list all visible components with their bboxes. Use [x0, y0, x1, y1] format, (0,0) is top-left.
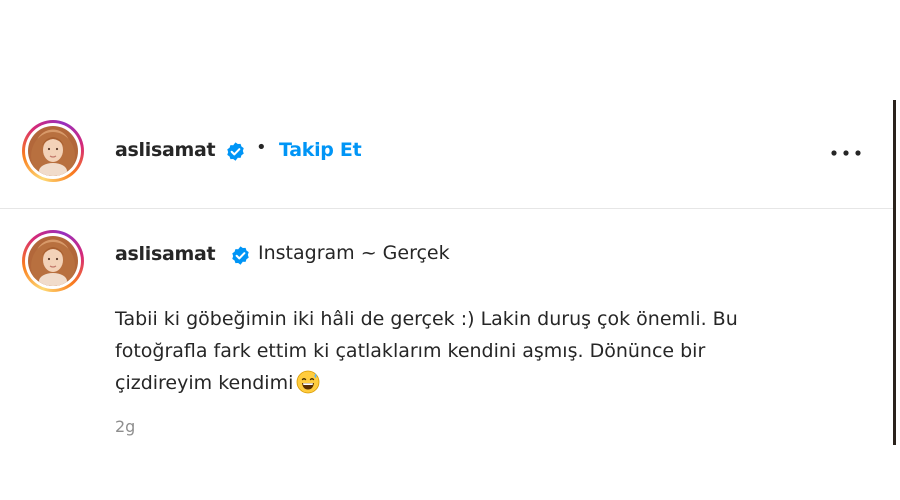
follow-button[interactable]: Takip Et — [279, 139, 362, 161]
avatar[interactable] — [22, 120, 84, 182]
caption-line-last: çizdireyim kendimi — [115, 367, 855, 399]
verified-badge-icon — [227, 142, 244, 161]
caption-line: Tabii ki göbeğimin iki hâli de gerçek :)… — [115, 308, 738, 330]
header-username[interactable]: aslisamat — [115, 139, 216, 161]
comment-username[interactable]: aslisamat — [115, 243, 216, 265]
caption-title: Instagram ~ Gerçek — [258, 242, 450, 264]
caption-text: Tabii ki göbeğimin iki hâli de gerçek :)… — [115, 303, 855, 399]
separator-dot: • — [256, 137, 267, 158]
panel-edge-divider — [893, 100, 896, 445]
caption-line: fotoğrafla fark ettim ki çatlaklarım ken… — [115, 340, 706, 362]
more-horizontal-icon — [831, 150, 861, 156]
avatar[interactable] — [22, 230, 84, 292]
caption-comment: aslisamat Instagram ~ Gerçek Tabii ki gö… — [0, 209, 893, 445]
post-detail-panel: aslisamat • Takip Et aslisamat Instagram… — [0, 0, 900, 500]
verified-badge-icon — [232, 246, 249, 265]
avatar-photo — [28, 126, 78, 176]
grinning-sweat-emoji-icon — [296, 370, 320, 394]
avatar-photo — [28, 236, 78, 286]
post-header: aslisamat • Takip Et — [0, 100, 893, 209]
more-options-button[interactable] — [826, 140, 866, 166]
caption-line: çizdireyim kendimi — [115, 372, 294, 394]
timestamp[interactable]: 2g — [115, 417, 135, 436]
